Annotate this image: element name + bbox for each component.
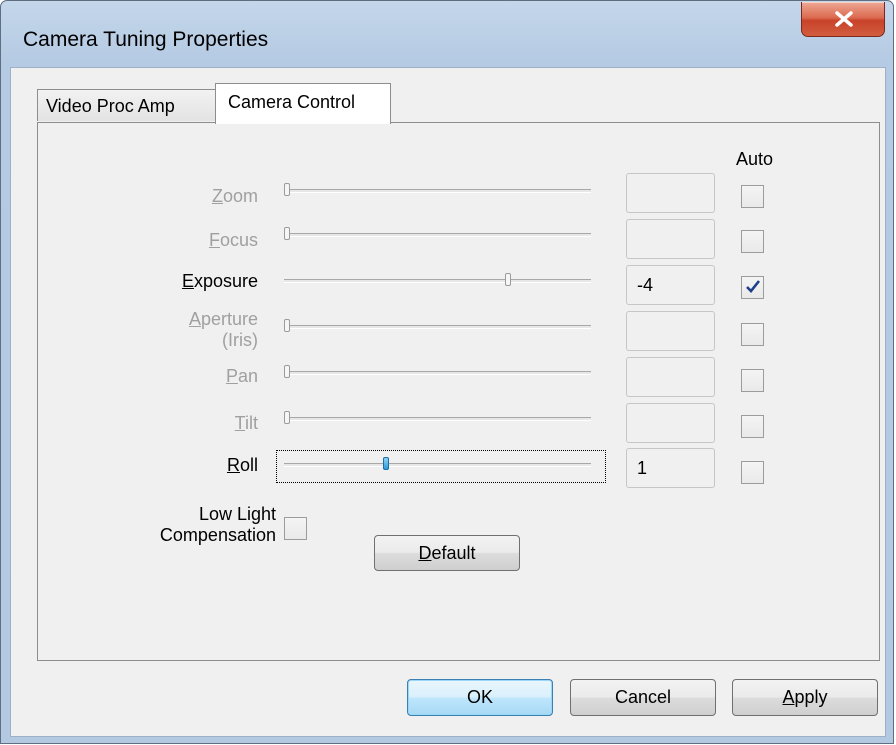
tilt-label: Tilt (38, 413, 258, 434)
ok-button[interactable]: OK (407, 679, 553, 716)
tab-camera-control[interactable]: Camera Control (215, 83, 391, 124)
low-light-label-line1: Low Light (198, 504, 276, 524)
focus-slider-thumb[interactable] (284, 227, 290, 240)
checkmark-icon (746, 280, 761, 293)
pan-value (626, 357, 715, 397)
focus-auto-checkbox[interactable] (741, 230, 764, 253)
camera-control-panel: Auto Zoom Focus Exposure -4 Aperture (Ir… (37, 122, 880, 661)
zoom-slider-thumb[interactable] (284, 183, 290, 196)
pan-auto-checkbox[interactable] (741, 369, 764, 392)
aperture-label-line1: Aperture (38, 309, 258, 330)
tilt-slider[interactable] (284, 417, 591, 421)
aperture-value (626, 311, 715, 351)
aperture-slider[interactable] (284, 325, 591, 329)
zoom-value (626, 173, 715, 213)
apply-button[interactable]: Apply (732, 679, 878, 716)
roll-value: 1 (626, 448, 715, 488)
tab-label: Video Proc Amp (46, 96, 175, 116)
aperture-label-text: perture (200, 309, 258, 329)
auto-column-header: Auto (736, 149, 774, 169)
exposure-mnemonic: E (181, 271, 194, 291)
tilt-auto-checkbox[interactable] (741, 415, 764, 438)
tilt-value (626, 403, 715, 443)
roll-slider[interactable] (284, 463, 591, 467)
pan-slider[interactable] (284, 371, 591, 375)
aperture-label-line2: (Iris) (222, 330, 258, 350)
low-light-label-line2: Compensation (159, 525, 276, 545)
pan-mnemonic: P (225, 366, 238, 386)
zoom-mnemonic: Z (211, 186, 223, 206)
exposure-value: -4 (626, 265, 715, 305)
pan-label-text: an (237, 366, 258, 386)
tilt-mnemonic: T (234, 413, 245, 433)
pan-slider-thumb[interactable] (284, 365, 290, 378)
roll-slider-thumb[interactable] (382, 457, 389, 470)
zoom-label-text: oom (222, 186, 258, 206)
apply-mnemonic: A (782, 687, 795, 707)
default-button[interactable]: Default (374, 535, 520, 571)
focus-label-text: ocus (219, 230, 258, 250)
tab-video-proc-amp[interactable]: Video Proc Amp (37, 89, 216, 121)
dialog-client-area: Video Proc Amp Camera Control Auto Zoom … (10, 67, 886, 737)
tab-label: Camera Control (228, 92, 356, 112)
exposure-auto-checkbox[interactable] (741, 276, 764, 299)
cancel-button[interactable]: Cancel (570, 679, 716, 716)
aperture-mnemonic: A (188, 309, 201, 329)
aperture-label: Aperture (Iris) (38, 309, 258, 351)
roll-auto-checkbox[interactable] (741, 461, 764, 484)
zoom-label: Zoom (38, 186, 258, 207)
low-light-compensation-checkbox[interactable] (284, 517, 307, 540)
pan-label: Pan (38, 366, 258, 387)
aperture-auto-checkbox[interactable] (741, 323, 764, 346)
dialog-window: Camera Tuning Properties Video Proc Amp … (0, 0, 894, 744)
zoom-auto-checkbox[interactable] (741, 185, 764, 208)
window-title: Camera Tuning Properties (23, 28, 269, 51)
default-button-label: efault (431, 543, 476, 563)
roll-label-text: oll (239, 455, 258, 475)
exposure-slider[interactable] (284, 279, 591, 283)
default-mnemonic: D (418, 543, 432, 563)
roll-mnemonic: R (226, 455, 240, 475)
low-light-label: Low Light Compensation (116, 504, 276, 546)
apply-button-label: pply (794, 687, 828, 707)
close-button[interactable] (801, 2, 885, 37)
focus-mnemonic: F (208, 230, 220, 250)
close-icon (835, 11, 853, 27)
focus-slider[interactable] (284, 233, 591, 237)
exposure-label-text: xposure (193, 271, 258, 291)
exposure-label: Exposure (38, 271, 258, 292)
focus-value (626, 219, 715, 259)
roll-label: Roll (38, 455, 258, 476)
tilt-slider-thumb[interactable] (284, 411, 290, 424)
exposure-slider-thumb[interactable] (505, 273, 512, 286)
zoom-slider[interactable] (284, 189, 591, 193)
aperture-slider-thumb[interactable] (284, 319, 290, 332)
tilt-label-text: ilt (245, 413, 258, 433)
focus-label: Focus (38, 230, 258, 251)
